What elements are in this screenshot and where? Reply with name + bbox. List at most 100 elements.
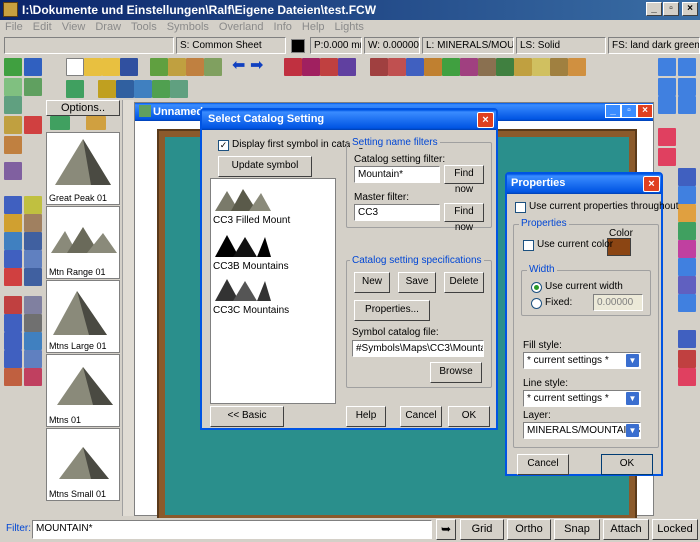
sec-2-icon[interactable]	[98, 80, 116, 98]
sec-6-icon[interactable]	[170, 80, 188, 98]
sec-4-icon[interactable]	[134, 80, 152, 98]
update-symbol-display-button[interactable]: Update symbol display	[218, 156, 312, 189]
panel-tool-1-icon[interactable]	[50, 116, 70, 130]
symbols-scrollbar[interactable]	[122, 100, 134, 516]
drawing-restore-button[interactable]: ▫	[621, 104, 637, 118]
new-button[interactable]: New	[354, 272, 390, 293]
lt-18-icon[interactable]	[4, 268, 22, 286]
rt-10-icon[interactable]	[678, 294, 696, 312]
rt-4-icon[interactable]	[678, 186, 696, 204]
zoom-2-icon[interactable]	[678, 58, 696, 76]
rt-7-icon[interactable]	[678, 240, 696, 258]
catalog-close-button[interactable]: ×	[477, 112, 494, 128]
lt-19-icon[interactable]	[24, 268, 42, 286]
save-button[interactable]: Save	[398, 272, 436, 293]
delete-button[interactable]: Delete	[444, 272, 484, 293]
tool-1-icon[interactable]	[150, 58, 168, 76]
lt-9-icon[interactable]	[4, 162, 22, 180]
lt-6-icon[interactable]	[4, 116, 22, 134]
tool-3-icon[interactable]	[186, 58, 204, 76]
lt-22-icon[interactable]	[4, 314, 22, 332]
symbol-file-input[interactable]: #Symbols\Maps\CC3\Mountains.F	[352, 340, 484, 357]
zoom-4-icon[interactable]	[678, 78, 696, 96]
menu-overland[interactable]: Overland	[214, 20, 269, 34]
sym-7-icon[interactable]	[478, 58, 496, 76]
lt-11-icon[interactable]	[24, 196, 42, 214]
lt-17-icon[interactable]	[24, 250, 42, 268]
lt-7-icon[interactable]	[24, 116, 42, 134]
properties-button[interactable]: Properties...	[354, 300, 430, 321]
lt-21-icon[interactable]	[24, 296, 42, 314]
grid-button[interactable]: Grid	[460, 519, 504, 540]
linestyle-field[interactable]: LS: Solid	[516, 37, 606, 54]
back-arrow-icon[interactable]: ⬅	[232, 58, 250, 76]
menu-symbols[interactable]: Symbols	[162, 20, 214, 34]
find-now-master-button[interactable]: Find now	[444, 203, 484, 233]
lt-16-icon[interactable]	[4, 250, 22, 268]
display-first-checkbox[interactable]: ✓	[218, 140, 229, 151]
rt-6-icon[interactable]	[678, 222, 696, 240]
draw-1-icon[interactable]	[284, 58, 302, 76]
lt-13-icon[interactable]	[24, 214, 42, 232]
sym-10-icon[interactable]	[532, 58, 550, 76]
properties-cancel-button[interactable]: Cancel	[517, 454, 569, 475]
sym-3-icon[interactable]	[406, 58, 424, 76]
lt-10-icon[interactable]	[4, 196, 22, 214]
menu-file[interactable]: File	[0, 20, 28, 34]
symbol-thumb-mtns-small[interactable]: Mtns Small 01	[46, 428, 120, 501]
new-file-icon[interactable]	[66, 58, 84, 76]
sym-11-icon[interactable]	[550, 58, 568, 76]
symbol-thumb-mtn-range[interactable]: Mtn Range 01	[46, 206, 120, 279]
layer-field[interactable]: L: MINERALS/MOUNT	[422, 37, 514, 54]
ok-button[interactable]: OK	[448, 406, 490, 427]
fillstyle-field[interactable]: FS: land dark green Bitr	[608, 37, 700, 54]
fixed-width-input[interactable]: 0.00000	[593, 294, 643, 311]
pen-field[interactable]: P:0.000 mm	[310, 37, 362, 54]
zoom-5-icon[interactable]	[658, 96, 676, 114]
lt-14-icon[interactable]	[4, 232, 22, 250]
lt-28-icon[interactable]	[4, 368, 22, 386]
rt-8-icon[interactable]	[678, 258, 696, 276]
menu-lights[interactable]: Lights	[330, 20, 369, 34]
maximize-button[interactable]: ▫	[663, 2, 679, 16]
rt-5-icon[interactable]	[678, 204, 696, 222]
zoom-3-icon[interactable]	[658, 78, 676, 96]
width-field[interactable]: W: 0.00000	[364, 37, 420, 54]
menu-tools[interactable]: Tools	[126, 20, 162, 34]
fixed-width-radio[interactable]	[531, 298, 542, 309]
cancel-button[interactable]: Cancel	[400, 406, 442, 427]
browse-button[interactable]: Browse	[430, 362, 482, 383]
lt-27-icon[interactable]	[24, 350, 42, 368]
filter-input[interactable]: MOUNTAIN*	[32, 520, 432, 539]
menu-edit[interactable]: Edit	[28, 20, 57, 34]
rt-13-icon[interactable]	[678, 368, 696, 386]
find-now-button[interactable]: Find now	[444, 165, 484, 195]
attach-button[interactable]: Attach	[603, 519, 649, 540]
rt-3-icon[interactable]	[678, 168, 696, 186]
color-swatch[interactable]	[291, 39, 305, 53]
use-current-width-radio[interactable]	[531, 282, 542, 293]
draw-2-icon[interactable]	[302, 58, 320, 76]
minimize-button[interactable]: _	[646, 2, 662, 16]
symbol-thumb-mtns-large[interactable]: Mtns Large 01	[46, 280, 120, 353]
draw-4-icon[interactable]	[338, 58, 356, 76]
fill-style-select[interactable]: * current settings * ▼	[523, 352, 641, 369]
close-button[interactable]: ×	[682, 2, 698, 16]
symbol-thumb-great-peak[interactable]: Great Peak 01	[46, 132, 120, 205]
zoom-6-icon[interactable]	[678, 96, 696, 114]
line-style-select[interactable]: * current settings * ▼	[523, 390, 641, 407]
sym-1-icon[interactable]	[370, 58, 388, 76]
help-button[interactable]: Help	[346, 406, 386, 427]
menu-info[interactable]: Info	[269, 20, 297, 34]
forward-arrow-icon[interactable]: ➡	[250, 58, 268, 76]
command-line[interactable]	[4, 37, 174, 54]
ortho-button[interactable]: Ortho	[507, 519, 551, 540]
use-current-throughout-checkbox[interactable]	[515, 202, 526, 213]
locked-button[interactable]: Locked	[652, 519, 698, 540]
lt-1-icon[interactable]	[4, 58, 22, 76]
use-current-color-checkbox[interactable]	[523, 240, 534, 251]
sym-6-icon[interactable]	[460, 58, 478, 76]
menu-view[interactable]: View	[57, 20, 91, 34]
open-folder-icon[interactable]	[84, 58, 102, 76]
zoom-1-icon[interactable]	[658, 58, 676, 76]
